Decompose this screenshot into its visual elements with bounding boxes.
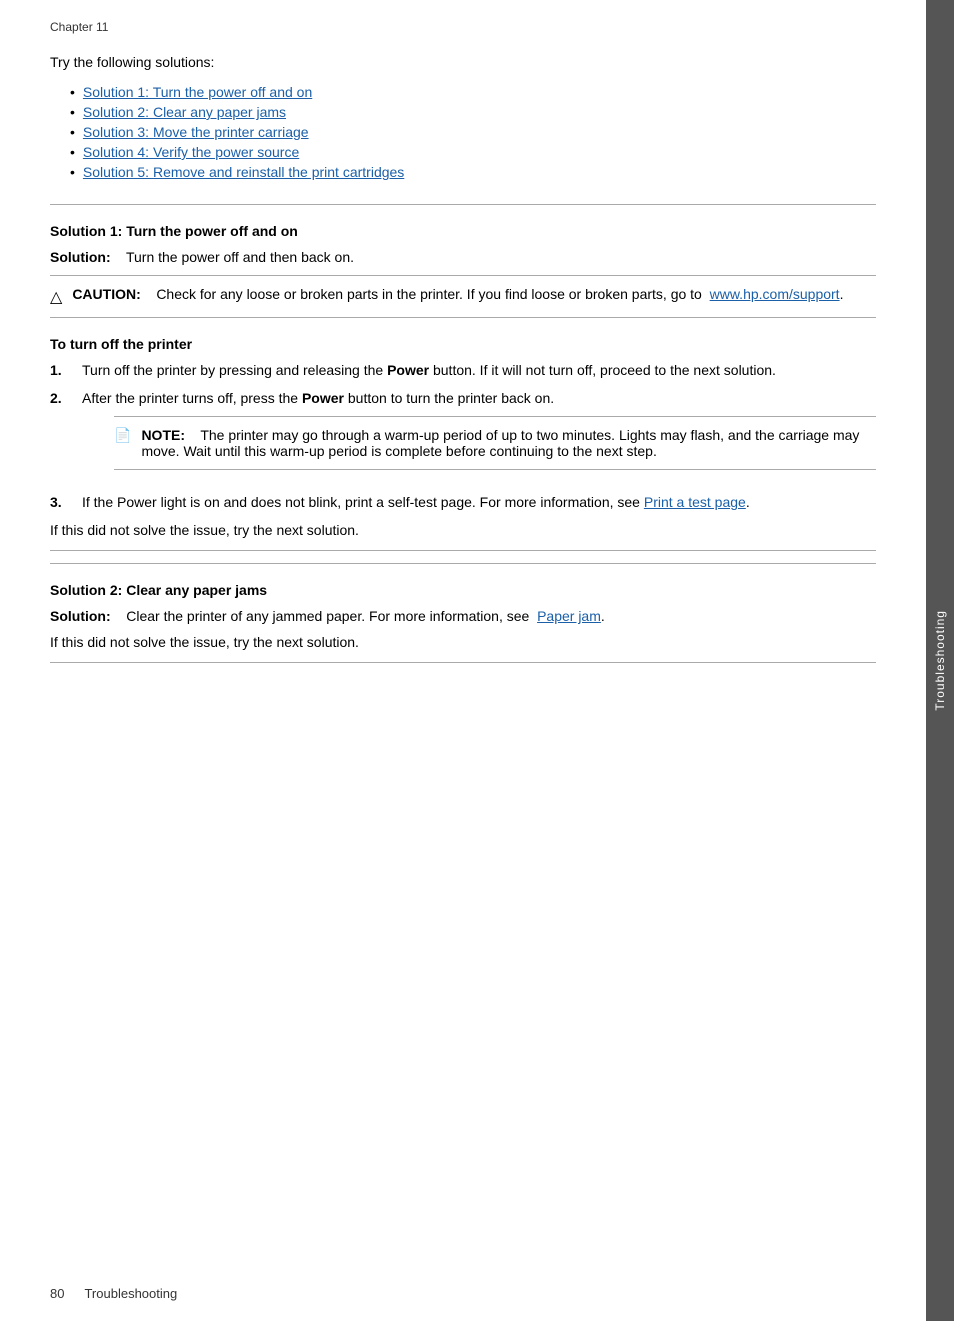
step2-text: After the printer turns off, press the P… [82, 390, 876, 482]
step1-num: 1. [50, 362, 70, 378]
caution-text: CAUTION: Check for any loose or broken p… [72, 286, 843, 302]
list-item[interactable]: Solution 2: Clear any paper jams [70, 104, 876, 120]
list-item[interactable]: Solution 3: Move the printer carriage [70, 124, 876, 140]
solution3-link[interactable]: Solution 3: Move the printer carriage [83, 124, 309, 140]
section2: Solution 2: Clear any paper jams Solutio… [50, 582, 876, 650]
step1-text: Turn off the printer by pressing and rel… [82, 362, 776, 378]
step1: 1. Turn off the printer by pressing and … [50, 362, 876, 378]
note-label: NOTE: [141, 427, 185, 443]
caution-link[interactable]: www.hp.com/support [710, 286, 840, 302]
caution-box: △ CAUTION: Check for any loose or broken… [50, 275, 876, 318]
solution1-link[interactable]: Solution 1: Turn the power off and on [83, 84, 312, 100]
side-tab-label: Troubleshooting [933, 610, 947, 711]
chapter-header: Chapter 11 [50, 20, 876, 34]
intro-text: Try the following solutions: [50, 54, 876, 70]
section1: Solution 1: Turn the power off and on So… [50, 223, 876, 538]
solutions-list: Solution 1: Turn the power off and on So… [70, 84, 876, 180]
solution2-suffix: . [601, 608, 605, 624]
caution-icon: △ [50, 287, 62, 307]
list-item[interactable]: Solution 5: Remove and reinstall the pri… [70, 164, 876, 180]
solution-label: Solution: [50, 249, 111, 265]
section2-if-not-solved: If this did not solve the issue, try the… [50, 634, 876, 650]
step2-num: 2. [50, 390, 70, 406]
divider-bottom [50, 662, 876, 663]
subsection-title: To turn off the printer [50, 336, 876, 352]
note-body: The printer may go through a warm-up per… [141, 427, 859, 459]
section2-solution: Solution: Clear the printer of any jamme… [50, 608, 876, 624]
solution2-label: Solution: [50, 608, 111, 624]
section2-title: Solution 2: Clear any paper jams [50, 582, 876, 598]
solution5-link[interactable]: Solution 5: Remove and reinstall the pri… [83, 164, 404, 180]
step3: 3. If the Power light is on and does not… [50, 494, 876, 510]
note-text-content: NOTE: The printer may go through a warm-… [141, 427, 876, 459]
side-tab: Troubleshooting [926, 0, 954, 1321]
footer-page-number: 80 [50, 1286, 64, 1301]
footer: 80 Troubleshooting [50, 1286, 177, 1301]
divider-between2 [50, 563, 876, 564]
section1-title: Solution 1: Turn the power off and on [50, 223, 876, 239]
section1-if-not-solved: If this did not solve the issue, try the… [50, 522, 876, 538]
note-box: 📄 NOTE: The printer may go through a war… [114, 416, 876, 470]
step3-text: If the Power light is on and does not bl… [82, 494, 750, 510]
list-item[interactable]: Solution 1: Turn the power off and on [70, 84, 876, 100]
solution-text: Turn the power off and then back on. [126, 249, 354, 265]
steps-list: 1. Turn off the printer by pressing and … [50, 362, 876, 510]
solution4-link[interactable]: Solution 4: Verify the power source [83, 144, 299, 160]
divider-between [50, 550, 876, 551]
test-page-link[interactable]: Print a test page [644, 494, 746, 510]
caution-suffix: . [840, 286, 844, 302]
caution-body: Check for any loose or broken parts in t… [156, 286, 702, 302]
solution2-link[interactable]: Solution 2: Clear any paper jams [83, 104, 286, 120]
caution-label: CAUTION: [72, 286, 140, 302]
step2: 2. After the printer turns off, press th… [50, 390, 876, 482]
note-icon: 📄 [114, 427, 131, 444]
paper-jam-link[interactable]: Paper jam [537, 608, 601, 624]
step3-num: 3. [50, 494, 70, 510]
footer-section-label: Troubleshooting [84, 1286, 177, 1301]
divider-top-s1 [50, 204, 876, 205]
list-item[interactable]: Solution 4: Verify the power source [70, 144, 876, 160]
solution2-text: Clear the printer of any jammed paper. F… [126, 608, 529, 624]
section1-solution: Solution: Turn the power off and then ba… [50, 249, 876, 265]
